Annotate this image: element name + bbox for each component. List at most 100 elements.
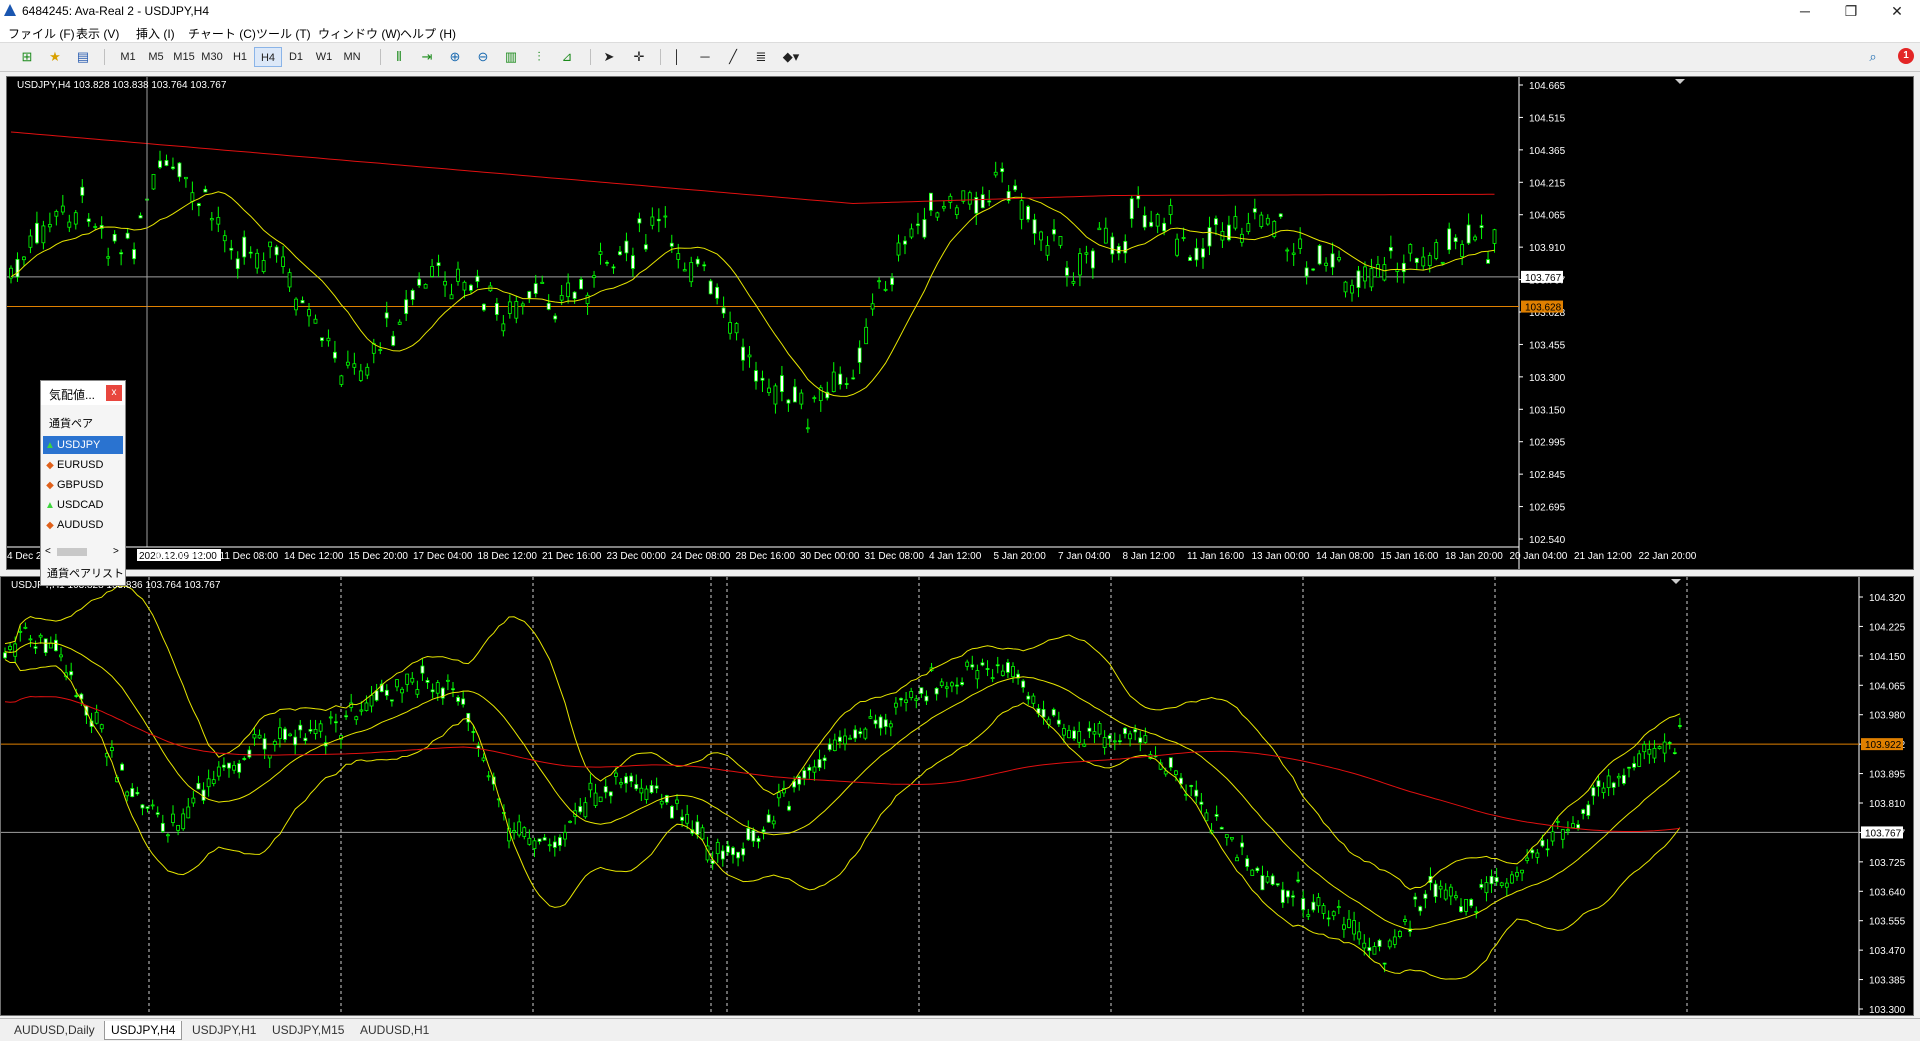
candle-body — [741, 346, 745, 361]
menu-tools[interactable]: ツール (T) — [256, 25, 311, 42]
candle-body — [680, 816, 684, 821]
candle-body — [242, 236, 247, 258]
notification-badge[interactable]: 1 — [1898, 48, 1914, 64]
tab-audusd-h1[interactable]: AUDUSD,H1 — [354, 1021, 435, 1039]
market-watch-row-usdcad[interactable]: ▲ USDCAD — [43, 496, 123, 514]
candle-body — [909, 228, 914, 238]
market-watch-close-button[interactable]: x — [106, 385, 122, 401]
candle-body — [853, 729, 858, 739]
candle-body — [878, 716, 883, 729]
candle-body — [756, 837, 761, 843]
candle-body — [397, 321, 402, 325]
tf-m30[interactable]: M30 — [198, 47, 226, 67]
tf-w1[interactable]: W1 — [310, 47, 338, 67]
candle-body — [1627, 766, 1631, 769]
close-button[interactable]: ✕ — [1874, 0, 1920, 22]
menu-window[interactable]: ウィンドウ (W) — [318, 25, 401, 42]
tf-h4[interactable]: H4 — [254, 47, 282, 67]
candle-body — [634, 784, 639, 790]
market-watch-row-gbpusd[interactable]: ◆ GBPUSD — [43, 476, 123, 494]
period-separator-icon[interactable]: ⫶ — [528, 47, 550, 67]
profiles-icon[interactable]: ★ — [44, 47, 66, 67]
zoom-in-icon[interactable]: ⊕ — [444, 47, 466, 67]
menu-help[interactable]: ヘルプ (H) — [400, 25, 456, 42]
candle-body — [184, 176, 188, 180]
candle-body — [585, 294, 590, 304]
candle-body — [568, 820, 572, 823]
search-icon[interactable]: ⌕ — [1862, 47, 1884, 67]
vertical-line-icon[interactable]: │ — [666, 47, 688, 67]
candle-body — [1291, 252, 1296, 255]
candle-body — [700, 827, 705, 840]
tab-usdjpy-h1[interactable]: USDJPY,H1 — [186, 1021, 262, 1039]
price-label: 103.385 — [1869, 976, 1906, 987]
tab-audusd-daily[interactable]: AUDUSD,Daily — [8, 1021, 101, 1039]
time-label: 23 Dec 00:00 — [607, 551, 667, 562]
candle-body — [522, 827, 527, 837]
candle-body — [1143, 735, 1148, 743]
candle-body — [1214, 814, 1219, 817]
candle-body — [944, 686, 949, 689]
candle-body — [1321, 905, 1326, 914]
candle-body — [435, 682, 440, 694]
market-watch-window: 気配値... x 通貨ペア ▲ USDJPY ◆ EURUSD ◆ GBPUSD ▲ U… — [40, 380, 126, 586]
market-watch-row-eurusd[interactable]: ◆ EURUSD — [43, 456, 123, 474]
shapes-icon[interactable]: ◆▾ — [780, 47, 802, 67]
market-watch-row-usdjpy[interactable]: ▲ USDJPY — [43, 436, 123, 454]
market-watch-row-audusd[interactable]: ◆ AUDUSD — [43, 516, 123, 534]
candle-body — [1387, 940, 1392, 948]
candle-body — [23, 626, 28, 629]
candle-body — [868, 716, 873, 719]
candle-body — [637, 218, 642, 224]
chart-canvas-h4[interactable]: 104.665 104.515 104.365 104.215 104.065 103.9… — [7, 77, 1913, 569]
indicator-icon[interactable]: ⊿ — [556, 47, 578, 67]
time-label: 8 Jan 12:00 — [1123, 551, 1176, 562]
trendline-icon[interactable]: ╱ — [722, 47, 744, 67]
tab-usdjpy-h4[interactable]: USDJPY,H4 — [104, 1021, 183, 1040]
menu-insert[interactable]: 挿入 (I) — [136, 25, 175, 42]
fibo-icon[interactable]: ≣ — [750, 47, 772, 67]
tf-m1[interactable]: M1 — [114, 47, 142, 67]
candle-body — [33, 646, 38, 649]
autoscroll-icon[interactable]: ⇥ — [416, 47, 438, 67]
menu-file[interactable]: ファイル (F) — [8, 25, 75, 42]
maximize-button[interactable]: ❐ — [1828, 0, 1874, 22]
new-chart-icon[interactable]: ⊞ — [16, 47, 38, 67]
candle-body — [235, 258, 240, 270]
tile-icon[interactable]: ▥ — [500, 47, 522, 67]
candle-body — [909, 691, 914, 699]
chart-bar-icon[interactable]: ⫴ — [388, 47, 410, 67]
tf-m15[interactable]: M15 — [170, 47, 198, 67]
horizontal-line-icon[interactable]: ─ — [694, 47, 716, 67]
cursor-icon[interactable]: ➤ — [598, 47, 620, 67]
candle-body — [1408, 244, 1413, 254]
candle-body — [644, 788, 649, 800]
candle-body — [558, 837, 562, 846]
candle-body — [158, 160, 162, 168]
tf-mn[interactable]: MN — [338, 47, 366, 67]
arrow-down-icon: ◆ — [46, 460, 54, 471]
tab-usdjpy-m15[interactable]: USDJPY,M15 — [266, 1021, 350, 1039]
tf-h1[interactable]: H1 — [226, 47, 254, 67]
candle-body — [106, 256, 111, 259]
crosshair-icon[interactable]: ✛ — [628, 47, 650, 67]
tf-d1[interactable]: D1 — [282, 47, 310, 67]
market-watch-footer-tab[interactable]: 通貨ペアリスト — [47, 565, 124, 581]
market-watch-header[interactable]: 気配値... x — [41, 381, 125, 405]
zoom-out-icon[interactable]: ⊖ — [472, 47, 494, 67]
candle-body — [294, 298, 298, 311]
chart-usdjpy-h4[interactable]: 104.665 104.515 104.365 104.215 104.065 103.9… — [6, 76, 1914, 570]
candle-body — [851, 377, 856, 380]
time-label: 28 Dec 16:00 — [736, 551, 796, 562]
chart-usdjpy-h1[interactable]: 104.320 104.225 104.150 104.065 103.980 103.9… — [0, 576, 1914, 1016]
chart-canvas-h1[interactable]: 104.320 104.225 104.150 104.065 103.980 103.9… — [1, 577, 1913, 1015]
market-watch-scrollbar[interactable]: < > — [43, 546, 123, 558]
candle-body — [1136, 195, 1141, 200]
market-watch-icon[interactable]: ▤ — [72, 47, 94, 67]
candle-body — [1246, 223, 1251, 233]
minimize-button[interactable]: ─ — [1782, 0, 1828, 22]
menu-view[interactable]: 表示 (V) — [76, 25, 119, 42]
tf-m5[interactable]: M5 — [142, 47, 170, 67]
menu-chart[interactable]: チャート (C) — [188, 25, 256, 42]
candle-body — [262, 738, 267, 750]
